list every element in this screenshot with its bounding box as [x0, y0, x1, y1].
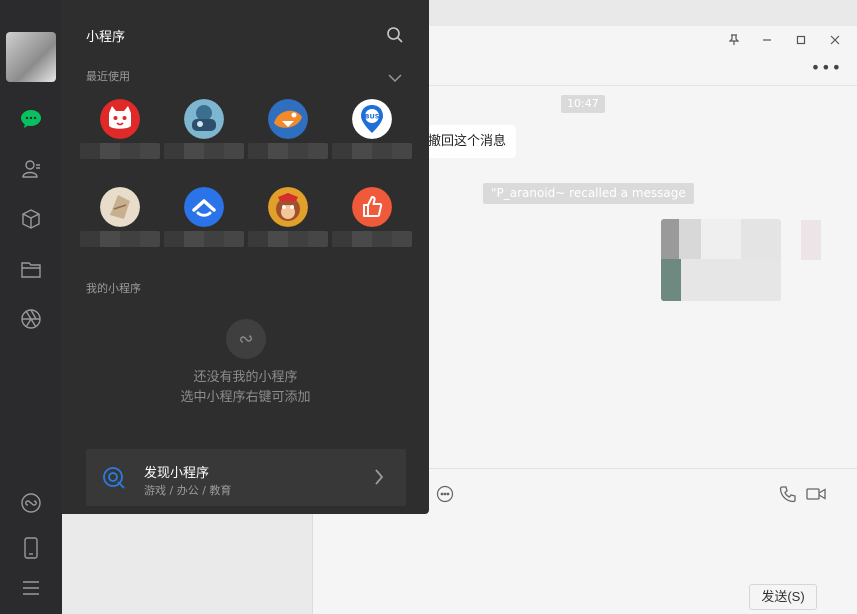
favorites-cube-icon[interactable]	[19, 207, 43, 231]
cat-logo-icon	[100, 99, 140, 139]
maximize-icon[interactable]	[791, 32, 811, 48]
empty-message-line1: 还没有我的小程序	[193, 370, 298, 385]
files-folder-icon[interactable]	[19, 257, 43, 281]
recall-notice: "P_aranoid~ recalled a message	[483, 183, 694, 204]
discover-target-icon	[102, 466, 126, 490]
recent-app-7[interactable]	[248, 187, 328, 267]
recent-app-6[interactable]	[164, 187, 244, 267]
recent-app-4[interactable]: BUS	[332, 99, 412, 179]
more-options-icon[interactable]: •••	[811, 58, 842, 77]
app-label	[80, 143, 160, 159]
discover-title: 发现小程序	[144, 466, 210, 481]
user-avatar[interactable]	[6, 32, 56, 82]
paper-craft-icon	[100, 187, 140, 227]
shark-game-icon	[268, 99, 308, 139]
app-label	[248, 143, 328, 159]
app-label	[164, 231, 244, 247]
send-button[interactable]: 发送(S)	[749, 584, 817, 610]
mini-program-icon[interactable]	[19, 491, 43, 515]
app-label	[80, 231, 160, 247]
my-mini-programs-label: 我的小程序	[86, 282, 141, 295]
recent-section-label: 最近使用	[86, 70, 130, 83]
message-timestamp: 10:47	[561, 95, 605, 113]
empty-message-line2: 选中小程序右键可添加	[180, 390, 311, 405]
recent-app-1[interactable]	[80, 99, 160, 179]
close-icon[interactable]	[825, 32, 845, 48]
wechat-window: ••• 10:47 撤回这个消息 "P_aranoid~ recalled a …	[0, 0, 857, 614]
recent-app-2[interactable]	[164, 99, 244, 179]
bus-badge: BUS	[365, 113, 380, 121]
blurred-avatar	[801, 220, 821, 260]
tencent-chevron-icon	[184, 187, 224, 227]
app-label	[332, 231, 412, 247]
pin-icon[interactable]	[724, 32, 744, 48]
recent-app-5[interactable]	[80, 187, 160, 267]
app-label	[164, 143, 244, 159]
chevron-right-icon	[374, 469, 386, 487]
monkey-game-icon	[268, 187, 308, 227]
app-label	[332, 143, 412, 159]
recent-app-3[interactable]	[248, 99, 328, 179]
video-call-icon[interactable]	[805, 483, 827, 505]
menu-icon[interactable]	[19, 576, 43, 600]
recent-app-8[interactable]	[332, 187, 412, 267]
bus-location-icon: BUS	[352, 99, 392, 139]
mini-program-placeholder-icon	[226, 319, 266, 359]
chat-icon[interactable]	[19, 107, 43, 131]
thumbs-up-icon	[352, 187, 392, 227]
chat-list-area	[62, 514, 312, 614]
discover-subtitle: 游戏 / 办公 / 教育	[144, 484, 232, 497]
moments-aperture-icon[interactable]	[19, 307, 43, 331]
voice-call-icon[interactable]	[777, 483, 799, 505]
game-character-icon	[184, 99, 224, 139]
left-nav	[0, 0, 62, 614]
discover-mini-programs-button[interactable]: 发现小程序 游戏 / 办公 / 教育	[86, 449, 406, 506]
image-message[interactable]	[661, 219, 781, 301]
minimize-icon[interactable]	[757, 32, 777, 48]
app-label	[248, 231, 328, 247]
panel-title: 小程序	[86, 30, 126, 45]
chevron-down-icon[interactable]	[388, 68, 404, 82]
phone-device-icon[interactable]	[19, 536, 43, 560]
search-icon[interactable]	[386, 26, 406, 46]
mini-program-panel: 小程序 最近使用 BUS 我的小程序 还没有我的小程序 选中小程序右键可添加 发…	[62, 0, 429, 514]
chat-history-icon[interactable]	[434, 483, 456, 505]
contacts-icon[interactable]	[19, 157, 43, 181]
